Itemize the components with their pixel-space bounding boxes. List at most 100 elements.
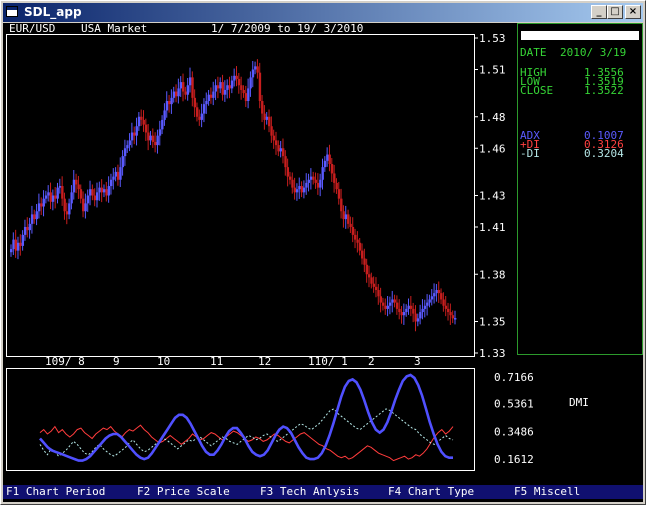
candle-body xyxy=(249,77,252,89)
price-tick-label: 1.33 xyxy=(479,347,506,360)
candle-body xyxy=(191,77,194,98)
candle-body xyxy=(358,242,362,251)
candle-body xyxy=(235,75,238,79)
candle-body xyxy=(172,91,176,98)
candle-body xyxy=(354,234,357,240)
candle-body xyxy=(277,145,280,152)
candle-body xyxy=(377,290,380,297)
candle-body xyxy=(421,308,424,313)
candle-body xyxy=(123,148,127,157)
candle-body xyxy=(168,101,171,105)
candle-body xyxy=(291,179,294,188)
candle-body xyxy=(209,94,213,98)
price-tick-label: 1.35 xyxy=(479,316,506,329)
candle-body xyxy=(26,227,29,231)
candle-body xyxy=(395,302,399,309)
candle-body xyxy=(149,135,152,141)
price-x-tick-label: 9 xyxy=(113,355,120,368)
window-title: SDL_app xyxy=(24,5,82,19)
candle-body xyxy=(228,85,231,89)
chart-client-area: 1.33 1.35 1.38 1.41 1.43 1.46 1.48 1.51 1.53 109… xyxy=(3,23,643,502)
candle-body xyxy=(451,315,455,319)
price-tick-label: 1.51 xyxy=(479,64,506,77)
maximize-button[interactable]: □ xyxy=(607,5,623,19)
candle-body xyxy=(361,250,364,259)
title-bar[interactable]: SDL_app _ □ × xyxy=(3,3,643,22)
candle-body xyxy=(72,179,76,193)
candle-body xyxy=(288,176,292,180)
candle-body xyxy=(37,203,41,212)
candle-body xyxy=(216,85,220,89)
candle-body xyxy=(28,223,31,231)
candle-body xyxy=(258,72,262,101)
candle-body xyxy=(351,227,355,235)
candle-body xyxy=(349,223,352,227)
candle-body xyxy=(398,308,401,313)
candle-body xyxy=(279,148,283,152)
candle-body xyxy=(444,305,448,309)
candle-body xyxy=(116,171,120,180)
candle-body xyxy=(312,176,315,180)
candle-body xyxy=(412,308,415,314)
candle-body xyxy=(347,214,350,224)
candle-body xyxy=(165,101,169,111)
candle-body xyxy=(147,132,150,141)
candle-body xyxy=(433,293,436,297)
app-window: SDL_app _ □ × 1.33 1.35 1.38 1.41 1.43 1.46 1.… xyxy=(0,0,646,505)
close-button[interactable]: × xyxy=(625,5,641,19)
candle-body xyxy=(268,116,271,127)
candle-body xyxy=(400,312,403,316)
candle-body xyxy=(21,234,25,246)
fn-tech-analysis[interactable]: F3 Tech Anlysis xyxy=(260,485,359,499)
candle-body xyxy=(426,302,429,306)
candle-body xyxy=(428,299,431,303)
candle-body xyxy=(381,302,385,306)
candle-body xyxy=(79,189,83,199)
candle-body xyxy=(10,249,13,253)
candle-body xyxy=(98,187,101,193)
fn-price-scale[interactable]: F2 Price Scale xyxy=(137,485,230,499)
candle-body xyxy=(33,214,36,220)
candle-body xyxy=(298,186,301,190)
candle-body xyxy=(307,179,310,183)
candle-body xyxy=(100,187,104,193)
candle-body xyxy=(449,312,452,316)
candle-body xyxy=(374,286,378,290)
fn-chart-type[interactable]: F4 Chart Type xyxy=(388,485,474,499)
candle-body xyxy=(182,82,185,92)
price-x-tick-label: 3 xyxy=(414,355,421,368)
dmi-y-ticks: 0.1612 0.3486 0.5361 0.7166 xyxy=(494,371,534,466)
dmi-tick-label: 0.1612 xyxy=(494,453,534,466)
fn-miscell[interactable]: F5 Miscell xyxy=(514,485,580,499)
info-input-bar[interactable] xyxy=(521,31,639,40)
candle-body xyxy=(330,164,334,174)
candle-body xyxy=(158,129,162,136)
close-label: CLOSE xyxy=(520,84,554,97)
candle-body xyxy=(254,66,257,70)
candle-body xyxy=(202,104,206,114)
candle-body xyxy=(367,274,371,278)
candle-body xyxy=(198,116,201,120)
candle-body xyxy=(86,195,90,204)
dmi-tick-label: 0.5361 xyxy=(494,398,534,411)
candle-body xyxy=(388,302,392,306)
candle-body xyxy=(212,91,215,98)
price-tick-label: 1.46 xyxy=(479,142,506,155)
minimize-button[interactable]: _ xyxy=(591,5,607,19)
candle-body xyxy=(416,318,420,322)
candle-body xyxy=(293,187,297,193)
candle-body xyxy=(70,192,73,204)
candle-body xyxy=(119,167,122,180)
candle-body xyxy=(263,113,266,120)
candle-body xyxy=(161,119,164,130)
candle-body xyxy=(154,141,157,146)
candle-body xyxy=(112,176,115,180)
candle-body xyxy=(337,189,341,199)
fn-chart-period[interactable]: F1 Chart Period xyxy=(6,485,105,499)
candle-body xyxy=(142,119,145,125)
candle-body xyxy=(363,258,366,265)
info-panel: DATE 2010/ 3/19 HIGH 1.3556 LOW 1.3519 C… xyxy=(517,23,643,355)
candle-body xyxy=(128,140,131,146)
candle-body xyxy=(40,203,43,207)
candle-body xyxy=(414,313,417,322)
